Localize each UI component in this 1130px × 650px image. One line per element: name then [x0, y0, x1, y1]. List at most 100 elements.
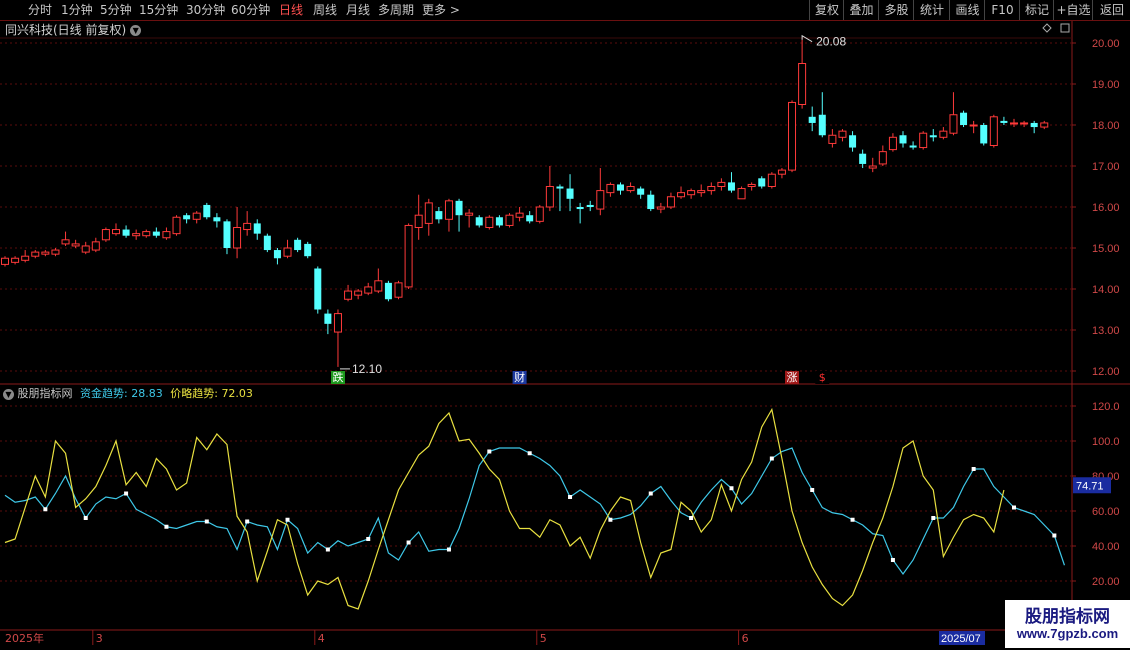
- candle-body-up: [949, 114, 958, 134]
- event-marker-label-0: 跌: [332, 370, 343, 384]
- fund-trend-marker: [527, 451, 532, 456]
- fund-trend-marker: [406, 540, 411, 545]
- candle-body-down: [495, 217, 503, 226]
- fund-trend-marker: [487, 449, 492, 454]
- event-marker-label-2: 涨: [787, 371, 798, 384]
- candle-body-up: [596, 190, 605, 210]
- candle-body-up: [333, 313, 342, 333]
- fund-trend-marker: [608, 517, 613, 522]
- candle-body-up: [233, 227, 242, 249]
- fund-trend-marker: [325, 547, 330, 552]
- fund-trend-marker: [1052, 533, 1057, 538]
- candle-body-down: [324, 313, 332, 324]
- candle-body-up: [31, 251, 40, 257]
- candle-body-down: [273, 250, 281, 259]
- candle-body-down: [556, 186, 564, 189]
- indicator-tick-label: 120.0: [1092, 401, 1120, 413]
- candle-body-down: [455, 200, 463, 216]
- candle-body-down: [152, 231, 160, 236]
- candle-body-down: [647, 194, 655, 210]
- fund-trend-marker: [648, 491, 653, 496]
- candle-body-up: [515, 212, 524, 218]
- watermark-logo: 股朋指标网 www.7gpzb.com: [1005, 600, 1130, 648]
- candle-body-up: [788, 101, 797, 171]
- candle-body-up: [606, 183, 615, 194]
- expand-icon[interactable]: [1060, 23, 1070, 33]
- candle-body-up: [1, 257, 9, 265]
- candle-body-up: [868, 165, 877, 169]
- time-tick-label: 3: [96, 632, 103, 645]
- price-tick-label: 14.00: [1092, 284, 1120, 296]
- candle-body-up: [535, 206, 544, 222]
- diamond-icon[interactable]: [1042, 23, 1052, 33]
- candle-body-up: [354, 290, 363, 296]
- candle-body-down: [203, 204, 211, 218]
- candle-body-down: [586, 204, 594, 207]
- candle-body-up: [192, 212, 201, 220]
- high-price-label: 20.08: [816, 35, 846, 49]
- candle-body-down: [818, 114, 826, 136]
- candle-body-up: [798, 63, 807, 105]
- fund-trend-marker: [43, 507, 48, 512]
- time-tick-label: 2025年: [5, 631, 44, 645]
- candle-body-down: [526, 215, 534, 222]
- candle-body-up: [697, 190, 706, 194]
- candle-body-up: [374, 280, 383, 292]
- candle-body-up: [828, 134, 837, 144]
- candle-body-up: [101, 229, 110, 241]
- fund-trend-marker: [83, 516, 88, 520]
- candle-body-up: [717, 181, 726, 187]
- price-tick-label: 13.00: [1092, 325, 1120, 337]
- candle-body-up: [1040, 122, 1049, 128]
- candle-body-down: [122, 229, 130, 236]
- candle-body-up: [989, 116, 998, 147]
- fund-trend-marker: [729, 486, 734, 491]
- candle-body-up: [747, 183, 756, 187]
- candle-body-up: [666, 196, 675, 208]
- candle-body-up: [444, 200, 453, 220]
- candle-body-up: [404, 224, 413, 288]
- candle-body-down: [808, 116, 816, 123]
- candle-body-up: [364, 286, 373, 294]
- candle-body-down: [909, 145, 917, 148]
- fund-trend-marker: [204, 519, 209, 524]
- candle-body-up: [243, 222, 252, 231]
- candle-body-up: [919, 132, 928, 149]
- candle-body-up: [737, 188, 746, 200]
- fund-trend-marker: [446, 547, 451, 552]
- event-marker-label-1: 财: [514, 370, 525, 384]
- stock-chart[interactable]: 20.00 19.00 18.00 17.00 16.00 15.00 14.00 13.00…: [0, 0, 1130, 650]
- candle-body-up: [51, 249, 60, 255]
- candle-body-down: [435, 211, 443, 220]
- candle-body-up: [767, 173, 776, 187]
- candle-body-down: [384, 282, 392, 300]
- candle-body-down: [475, 217, 483, 226]
- candle-body-up: [394, 282, 403, 298]
- candle-body-down: [929, 135, 937, 138]
- candle-body-down: [637, 188, 645, 195]
- candle-body-down: [960, 112, 968, 125]
- candle-body-up: [677, 192, 686, 198]
- candle-body-up: [656, 206, 665, 210]
- fund-trend-marker: [850, 517, 855, 522]
- fund-trend-marker: [890, 558, 895, 562]
- candle-body-up: [838, 130, 847, 138]
- candle-body-up: [465, 212, 474, 216]
- candle-body-down: [314, 268, 322, 310]
- event-marker-label-3: $: [819, 371, 826, 384]
- fund-trend-marker: [689, 516, 694, 520]
- candle-body-down: [263, 235, 271, 251]
- fund-trend-marker: [285, 517, 290, 522]
- price-tick-label: 12.00: [1092, 366, 1120, 378]
- candle-body-down: [1000, 120, 1008, 123]
- fund-trend-marker: [1012, 505, 1016, 510]
- candle-body-up: [11, 257, 20, 263]
- candle-body-up: [21, 255, 30, 261]
- price-tick-label: 17.00: [1092, 161, 1120, 173]
- candle-body-up: [142, 231, 151, 237]
- fund-trend-marker: [164, 524, 169, 529]
- fund-trend-marker: [568, 495, 573, 499]
- fund-trend-marker: [971, 467, 976, 471]
- candle-body-down: [727, 182, 735, 191]
- price-trend-line: [4, 407, 1005, 610]
